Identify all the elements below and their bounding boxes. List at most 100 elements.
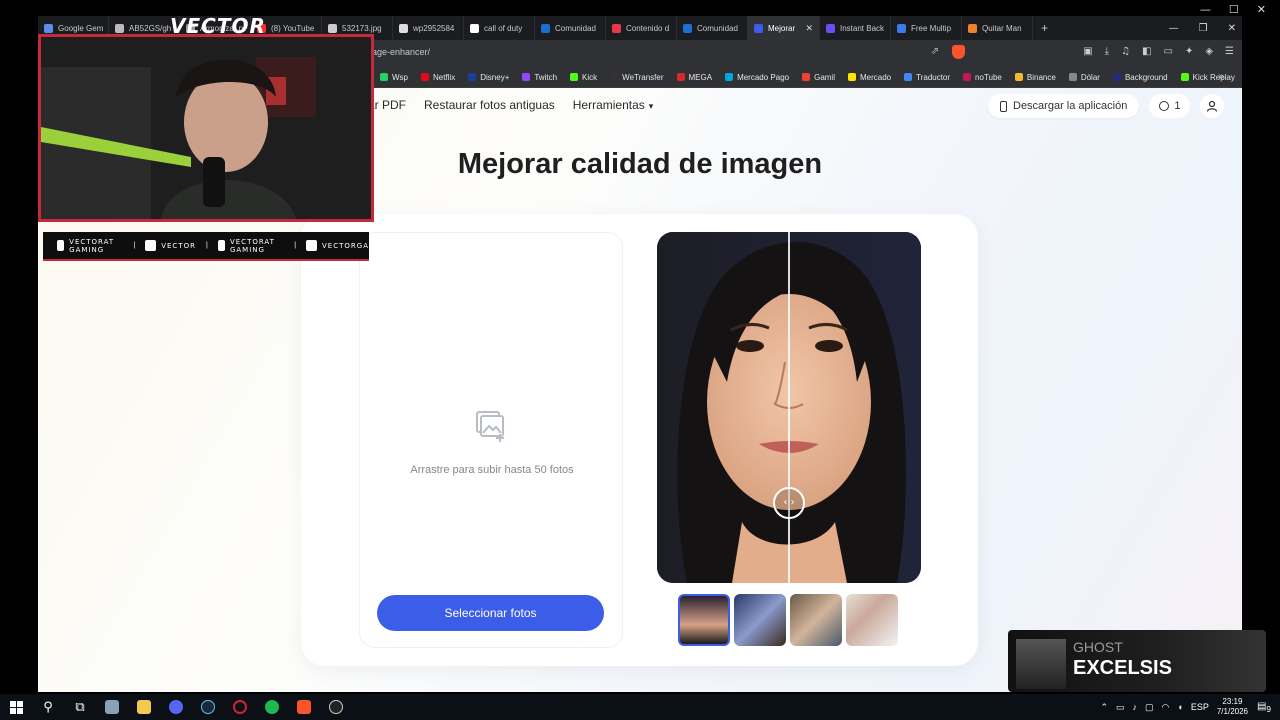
tab[interactable]: Comunidad	[535, 16, 606, 40]
tab[interactable]: wp2952584	[393, 16, 464, 40]
url-field[interactable]: age-enhancer/	[372, 47, 430, 57]
bookmark-label: Mercado	[859, 72, 892, 82]
network-icon[interactable]: ▭	[1116, 702, 1125, 713]
nav-item-tools[interactable]: Herramientas ▾	[573, 98, 654, 112]
bookmark-item[interactable]: Disney+	[468, 73, 509, 82]
tab-label: Comunidad	[555, 23, 596, 33]
maximize-icon[interactable]: ☐	[1229, 3, 1239, 16]
add-image-icon	[476, 411, 504, 442]
media-icon[interactable]: ♫	[1121, 46, 1130, 57]
tray-expand-icon[interactable]: ⌃	[1100, 702, 1108, 713]
bookmark-item[interactable]: Wsp	[380, 73, 408, 82]
bookmark-item[interactable]: Gamil	[802, 73, 835, 82]
taskbar-app-icon[interactable]	[96, 694, 128, 720]
new-tab-button[interactable]: +	[1033, 21, 1056, 35]
brave-icon[interactable]	[288, 694, 320, 720]
close-icon[interactable]: ✕	[1257, 3, 1266, 16]
credits-badge[interactable]: 1	[1149, 94, 1191, 118]
youtube-icon	[57, 240, 65, 251]
bookmark-item[interactable]: Dólar	[1068, 73, 1100, 82]
tab[interactable]: Comunidad	[677, 16, 748, 40]
tab-label: Quitar Man	[982, 23, 1022, 33]
tab-label: wp2952584	[413, 23, 455, 33]
restore-icon[interactable]: ❐	[1199, 23, 1208, 34]
bookmark-item[interactable]: WeTransfer	[610, 73, 664, 82]
separator: |	[133, 242, 136, 249]
tab-favicon-icon	[115, 23, 124, 33]
bookmark-item[interactable]: Kick	[570, 73, 597, 82]
bookmark-item[interactable]: Traductor	[904, 73, 950, 82]
bookmark-item[interactable]: Netflix	[421, 73, 455, 82]
spotify-icon[interactable]	[256, 694, 288, 720]
before-after-preview[interactable]: ‹ ›	[657, 232, 921, 583]
leo-icon[interactable]: ✦	[1185, 46, 1193, 57]
clock[interactable]: 23:19 7/1/2026	[1217, 697, 1248, 717]
more-bookmarks-button[interactable]: »	[1218, 71, 1224, 82]
wifi-icon[interactable]: ◠	[1162, 702, 1170, 713]
sample-thumbnail-portrait[interactable]	[678, 594, 730, 646]
nav-item-restore-photos[interactable]: Restaurar fotos antiguas	[424, 98, 555, 112]
app-icon	[105, 700, 119, 714]
bookmark-item[interactable]: Twitch	[522, 73, 557, 82]
tab-label: Comunidad	[697, 23, 738, 33]
opera-icon[interactable]	[224, 694, 256, 720]
tab-label: Free Multip	[911, 23, 952, 33]
tab[interactable]: Contenido d	[606, 16, 677, 40]
clock-time: 23:19	[1222, 697, 1243, 706]
bookmark-item[interactable]: Kick Replay	[1180, 73, 1235, 82]
sample-thumbnail-game[interactable]	[734, 594, 786, 646]
download-icon[interactable]: ⤓	[1105, 46, 1109, 57]
sidebar-icon[interactable]: ▣	[1083, 46, 1092, 57]
discord-icon[interactable]	[160, 694, 192, 720]
minimize-icon[interactable]: —	[1169, 23, 1179, 34]
search-icon[interactable]: ⚲	[32, 694, 64, 720]
tab-favicon-icon	[968, 23, 977, 33]
bookmark-label: MEGA	[688, 72, 713, 82]
bookmark-favicon-icon	[1014, 73, 1023, 81]
minimize-icon[interactable]: —	[1200, 3, 1211, 16]
language-indicator[interactable]: ESP	[1191, 702, 1209, 712]
panel-icon[interactable]: ◧	[1142, 46, 1151, 57]
bookmark-item[interactable]: noTube	[963, 73, 1002, 82]
brave-shield-icon[interactable]	[952, 45, 965, 59]
select-photos-button[interactable]: Seleccionar fotos	[377, 595, 604, 631]
sample-thumbnail-document[interactable]	[846, 594, 898, 646]
steam-icon[interactable]	[192, 694, 224, 720]
menu-icon[interactable]: ☰	[1225, 46, 1234, 57]
task-view-icon[interactable]: ⧉	[64, 694, 96, 720]
bookmark-item[interactable]: Background	[1112, 73, 1168, 82]
display-icon[interactable]: ▢	[1145, 702, 1154, 713]
share-icon[interactable]: ⇗	[928, 45, 942, 59]
start-icon[interactable]	[0, 694, 32, 720]
bookmark-item[interactable]: Mercado Pago	[725, 73, 789, 82]
tab[interactable]: call of duty	[464, 16, 535, 40]
tab[interactable]: Free Multip	[891, 16, 962, 40]
close-icon[interactable]: ✕	[1228, 23, 1236, 34]
tab[interactable]: Quitar Man	[962, 16, 1033, 40]
bookmark-favicon-icon	[570, 73, 579, 81]
bookmark-label: Kick	[582, 72, 598, 82]
comparison-divider	[788, 232, 790, 583]
upload-dropzone[interactable]: Arrastre para subir hasta 50 fotos Selec…	[359, 232, 623, 648]
file-explorer-icon[interactable]	[128, 694, 160, 720]
microphone-icon[interactable]: ♪	[1133, 702, 1138, 712]
tab[interactable]: Instant Back	[820, 16, 891, 40]
vpn-icon[interactable]: ◈	[1205, 46, 1213, 57]
obs-icon[interactable]	[320, 694, 352, 720]
tab-close-icon[interactable]: ✕	[805, 23, 813, 34]
notifications-icon[interactable]: ▤9	[1256, 699, 1272, 715]
volume-icon[interactable]: ◖	[1177, 702, 1182, 712]
social-twitter: VECTORAT GAMING	[217, 238, 284, 254]
wallet-icon[interactable]: ▭	[1163, 46, 1172, 57]
comparison-slider-handle[interactable]: ‹ ›	[773, 487, 805, 519]
bookmark-favicon-icon	[725, 73, 734, 81]
bookmark-item[interactable]: Mercado	[847, 72, 892, 82]
app-icon	[201, 700, 215, 714]
tab-active[interactable]: Mejorar ✕	[748, 16, 820, 40]
bookmark-favicon-icon	[963, 73, 972, 81]
bookmark-item[interactable]: MEGA	[676, 72, 713, 82]
sample-thumbnail-couple[interactable]	[790, 594, 842, 646]
user-account-button[interactable]	[1200, 94, 1225, 118]
bookmark-item[interactable]: Binance	[1014, 73, 1056, 82]
download-app-button[interactable]: Descargar la aplicación	[988, 94, 1140, 118]
